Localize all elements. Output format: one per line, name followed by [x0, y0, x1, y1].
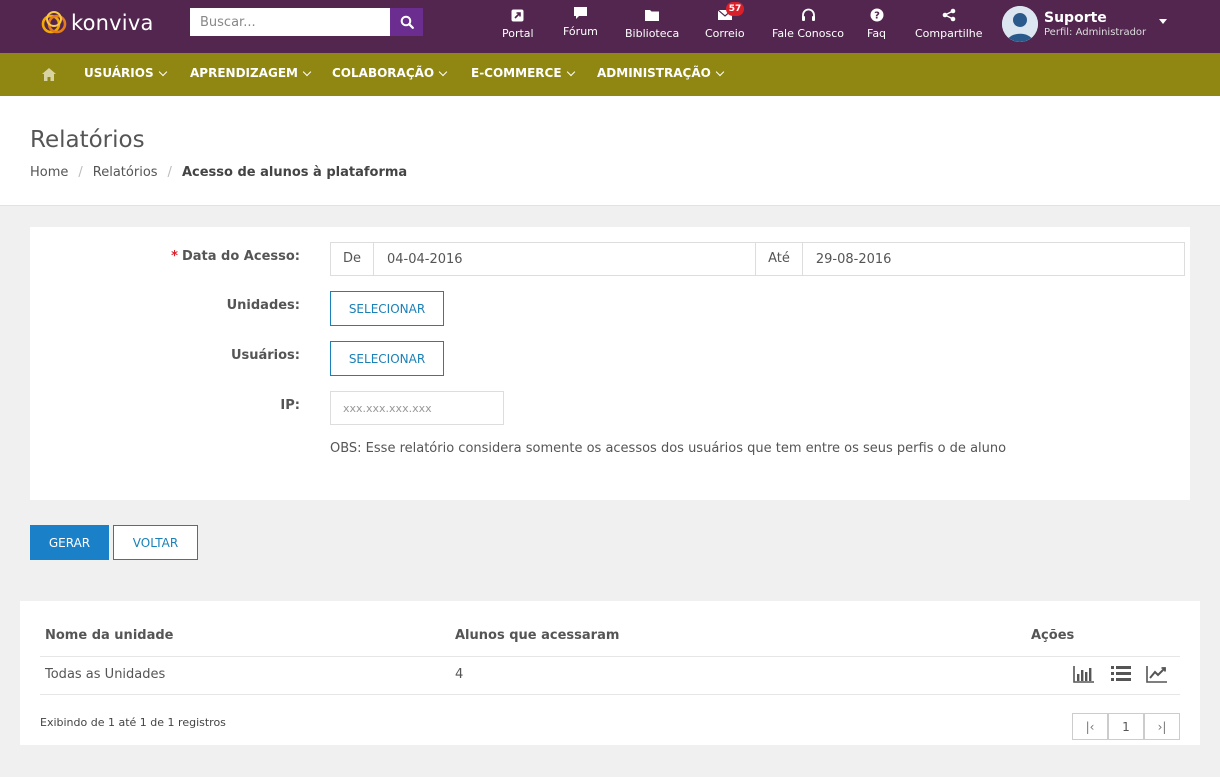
- table-cell-unit: Todas as Unidades: [45, 667, 166, 682]
- mail-count-badge: 57: [725, 2, 745, 16]
- top-nav-portal[interactable]: Portal: [502, 6, 534, 40]
- search-icon: [400, 15, 414, 29]
- top-nav-label: Portal: [502, 27, 534, 40]
- units-label: Unidades:: [226, 298, 300, 313]
- breadcrumb-separator: /: [167, 165, 172, 180]
- user-role: Perfil: Administrador: [1044, 27, 1147, 38]
- users-label: Usuários:: [230, 348, 300, 363]
- chevron-down-icon: [438, 67, 448, 76]
- menu-usuarios[interactable]: USUÁRIOS: [84, 66, 167, 80]
- breadcrumb-home[interactable]: Home: [30, 165, 68, 180]
- user-name: Suporte: [1044, 10, 1107, 26]
- top-nav-label: Faq: [867, 27, 887, 40]
- external-link-icon: [511, 6, 524, 24]
- report-note: OBS: Esse relatório considera somente os…: [330, 441, 1007, 456]
- generate-button[interactable]: GERAR: [30, 525, 109, 560]
- user-menu[interactable]: Suporte Perfil: Administrador: [1002, 5, 1177, 43]
- pagination-first[interactable]: |‹: [1072, 713, 1108, 740]
- brand-name: konviva: [71, 11, 154, 35]
- chevron-down-icon: [715, 67, 725, 76]
- select-units-button[interactable]: SELECIONAR: [330, 291, 444, 326]
- home-icon[interactable]: [42, 66, 56, 85]
- page-title: Relatórios: [30, 127, 145, 153]
- chevron-down-icon: [158, 67, 167, 76]
- report-filter-form: *Data do Acesso: De Até Unidades: SELECI…: [30, 227, 1190, 500]
- top-bar: konviva Portal Fórum Biblio: [0, 0, 1220, 53]
- menu-aprendizagem[interactable]: APRENDIZAGEM: [190, 66, 312, 80]
- table-cell-count: 4: [455, 667, 464, 682]
- svg-text:?: ?: [874, 11, 880, 22]
- top-nav-biblioteca[interactable]: Biblioteca: [625, 6, 679, 40]
- question-circle-icon: ?: [870, 6, 884, 24]
- menu-administracao[interactable]: ADMINISTRAÇÃO: [597, 66, 725, 80]
- top-nav-label: Fale Conosco: [772, 27, 844, 40]
- headset-icon: [801, 6, 816, 24]
- top-nav-label: Biblioteca: [625, 27, 680, 40]
- column-header-students[interactable]: Alunos que acessaram: [455, 628, 619, 643]
- search-button[interactable]: [390, 8, 423, 36]
- folder-icon: [645, 6, 660, 24]
- menu-label: E-COMMERCE: [471, 66, 562, 80]
- select-users-button[interactable]: SELECIONAR: [330, 341, 444, 376]
- column-header-unit[interactable]: Nome da unidade: [45, 628, 173, 643]
- konviva-logo-icon: [40, 9, 68, 37]
- user-info: Suporte Perfil: Administrador: [1044, 10, 1146, 38]
- top-nav-faq[interactable]: ? Faq: [867, 6, 886, 40]
- top-nav-label: Fórum: [563, 25, 598, 38]
- breadcrumb-separator: /: [78, 165, 83, 180]
- top-nav-compartilhe[interactable]: Compartilhe: [915, 6, 983, 40]
- comment-icon: [573, 4, 588, 22]
- date-from-input[interactable]: [374, 243, 756, 275]
- breadcrumb: Home / Relatórios / Acesso de alunos à p…: [30, 165, 407, 180]
- top-nav-fale-conosco[interactable]: Fale Conosco: [772, 6, 844, 40]
- search-box: [190, 8, 423, 36]
- top-nav-correio[interactable]: 57 Correio: [705, 2, 745, 40]
- avatar: [1002, 6, 1038, 42]
- back-button[interactable]: VOLTAR: [113, 525, 198, 560]
- page-header: Relatórios Home / Relatórios / Acesso de…: [0, 96, 1220, 206]
- table-divider: [40, 656, 1180, 657]
- top-nav-label: Correio: [705, 27, 745, 40]
- menu-label: ADMINISTRAÇÃO: [597, 66, 711, 80]
- breadcrumb-current: Acesso de alunos à plataforma: [181, 165, 408, 180]
- pagination-last[interactable]: ›|: [1144, 713, 1180, 740]
- results-table: Nome da unidade Alunos que acessaram Açõ…: [20, 601, 1200, 745]
- main-menu-bar: USUÁRIOS APRENDIZAGEM COLABORAÇÃO E-COMM…: [0, 53, 1220, 96]
- from-addon: De: [331, 243, 375, 275]
- user-silhouette-icon: [1002, 6, 1038, 42]
- chevron-down-icon: [302, 67, 312, 76]
- envelope-icon: 57: [717, 2, 745, 24]
- pagination-page-1[interactable]: 1: [1108, 713, 1144, 740]
- line-chart-icon[interactable]: [1146, 665, 1168, 687]
- search-input[interactable]: [190, 8, 390, 36]
- top-nav-label: Compartilhe: [915, 27, 983, 40]
- list-icon[interactable]: [1110, 665, 1132, 687]
- share-icon: [942, 6, 956, 24]
- menu-colaboracao[interactable]: COLABORAÇÃO: [332, 66, 448, 80]
- brand-logo[interactable]: konviva: [40, 9, 154, 37]
- menu-label: APRENDIZAGEM: [190, 66, 298, 80]
- top-nav-forum[interactable]: Fórum: [563, 4, 598, 38]
- table-divider: [40, 694, 1180, 695]
- ip-label: IP:: [280, 398, 300, 413]
- to-addon: Até: [755, 243, 803, 275]
- chevron-down-icon: [566, 67, 575, 76]
- caret-down-icon: [1159, 19, 1167, 24]
- menu-label: USUÁRIOS: [84, 66, 154, 80]
- column-header-actions: Ações: [1031, 628, 1075, 643]
- date-to-input[interactable]: [802, 243, 1184, 275]
- bar-chart-icon[interactable]: [1073, 665, 1095, 687]
- menu-label: COLABORAÇÃO: [332, 66, 435, 80]
- date-access-label: * Data do Acesso:: [171, 249, 300, 264]
- table-info: Exibindo de 1 até 1 de 1 registros: [40, 716, 226, 729]
- date-range-group: De Até: [330, 242, 1185, 276]
- ip-input[interactable]: [330, 391, 504, 425]
- date-access-label-text: Data do Acesso:: [181, 249, 300, 264]
- breadcrumb-relatorios[interactable]: Relatórios: [93, 165, 158, 180]
- required-mark: *: [171, 249, 178, 264]
- menu-ecommerce[interactable]: E-COMMERCE: [471, 66, 575, 80]
